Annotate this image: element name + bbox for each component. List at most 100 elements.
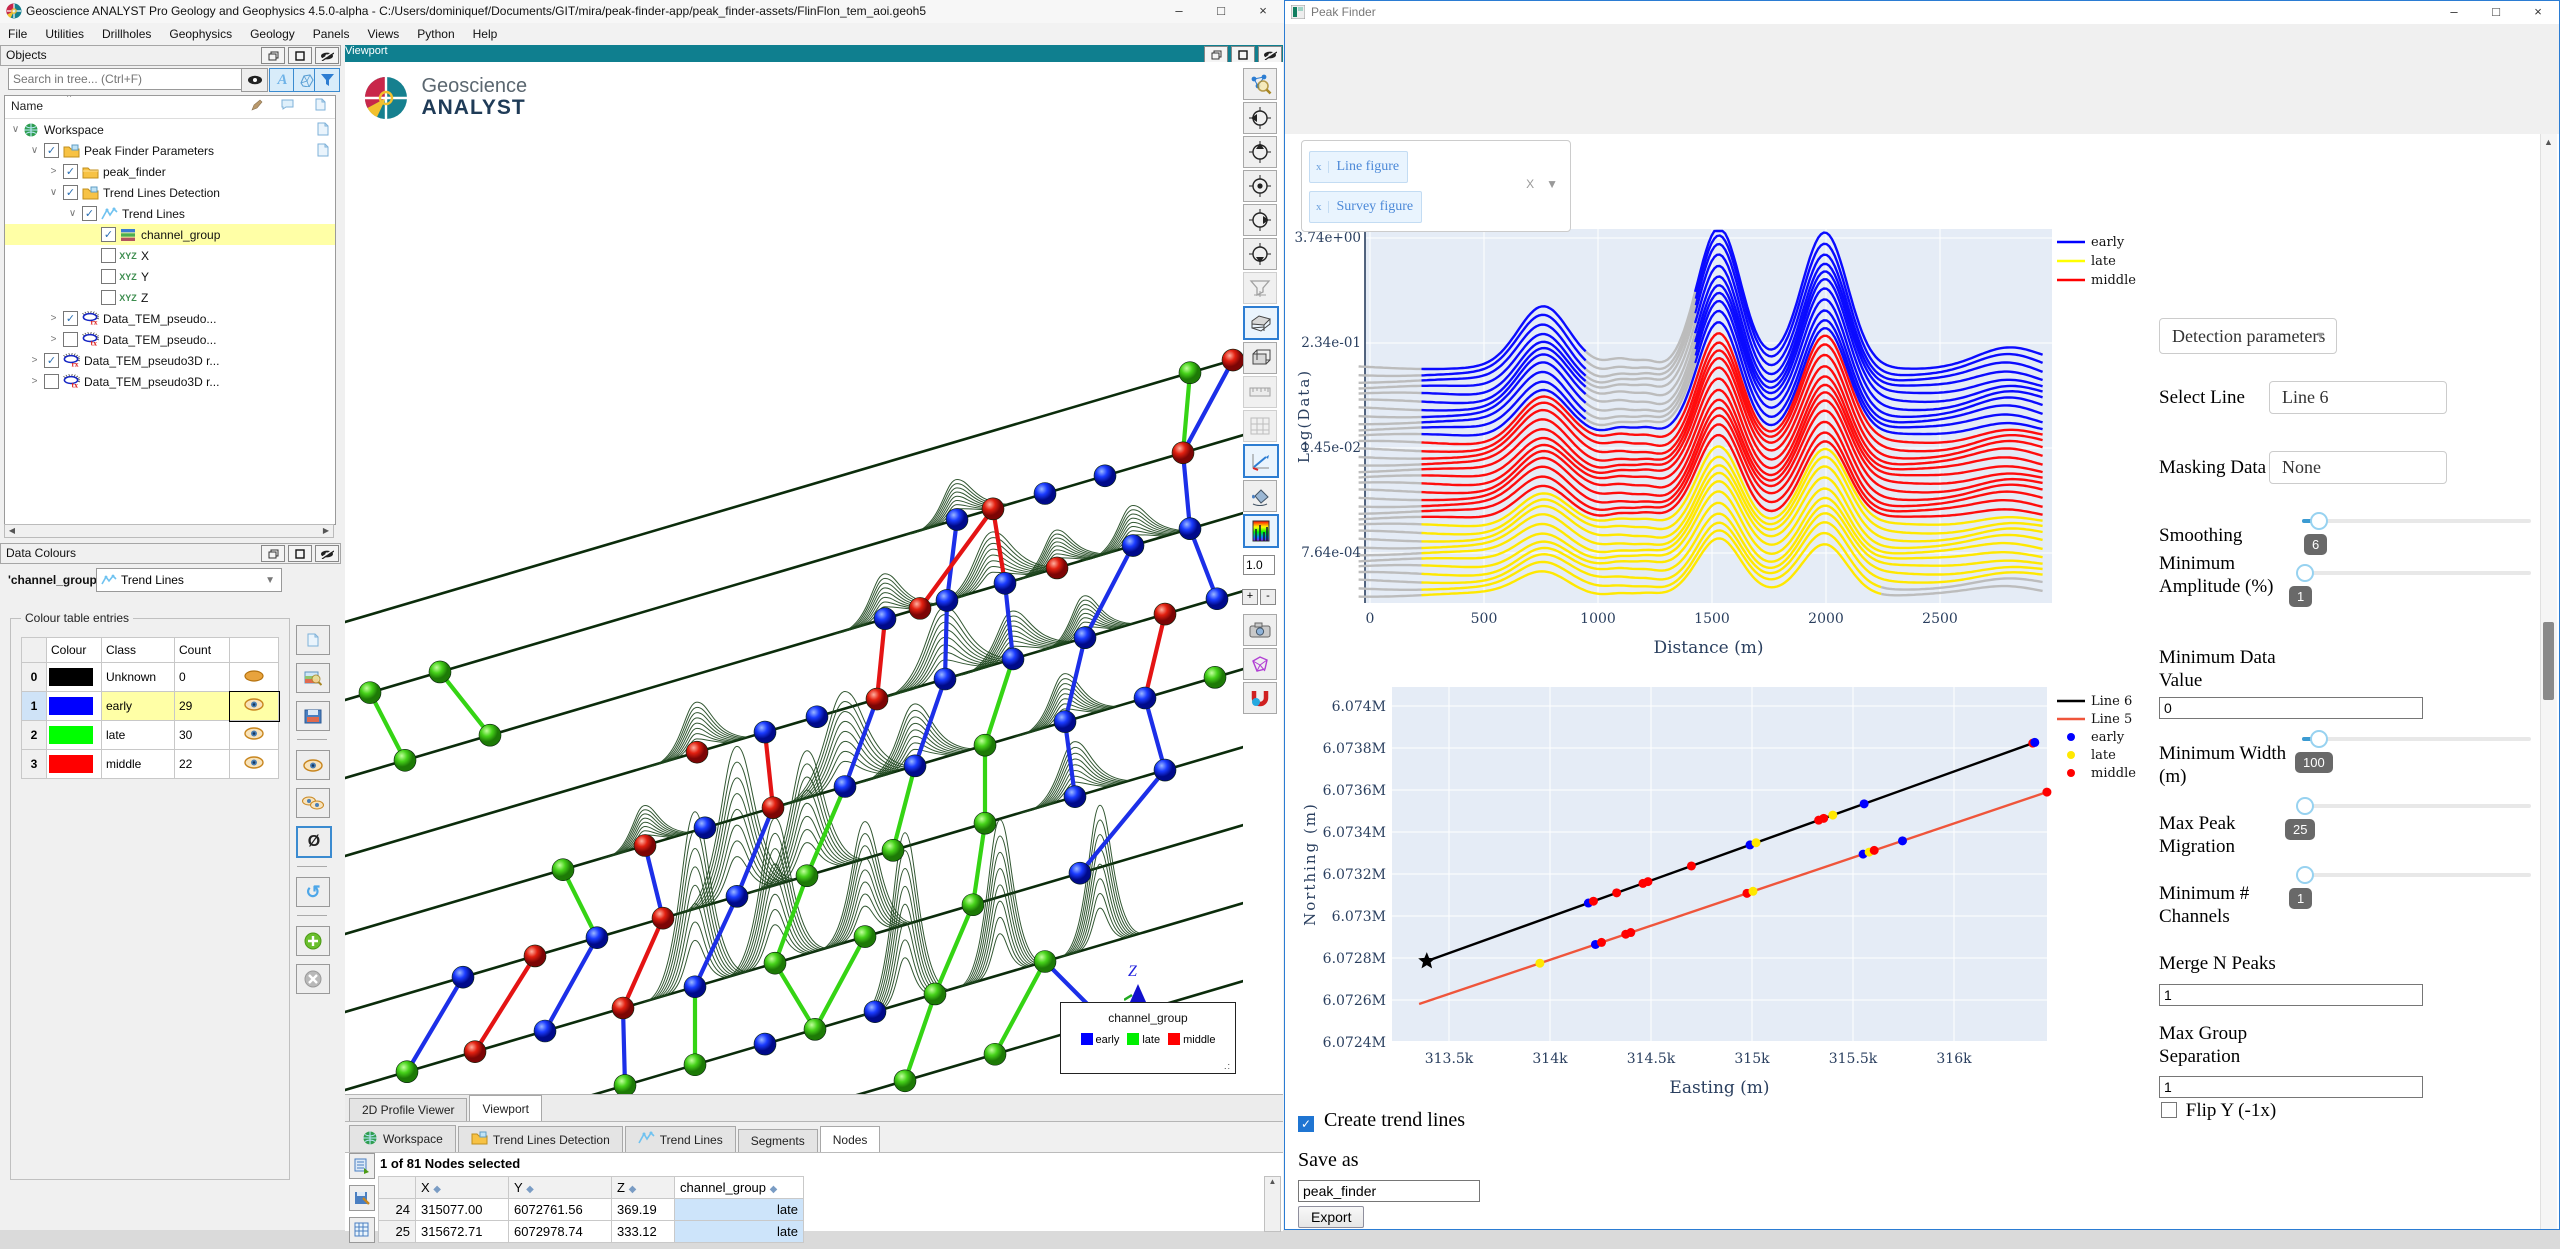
select-line-dropdown[interactable]: Line 6: [2269, 381, 2447, 414]
tree-item-x[interactable]: XYZX: [5, 245, 335, 266]
tree-item-data-tem-pseudo3d-r-[interactable]: >txData_TEM_pseudo3D r...: [5, 371, 335, 392]
menu-file[interactable]: File: [8, 27, 27, 41]
view-center-button[interactable]: [1243, 170, 1277, 202]
row-visibility-toggle[interactable]: [230, 663, 279, 692]
background-colour-button[interactable]: [1243, 480, 1277, 512]
collapse-icon[interactable]: ∨: [66, 208, 79, 219]
tree-item-channel-group[interactable]: ✓channel_group: [5, 224, 335, 245]
tree-header-row[interactable]: Name ^: [5, 96, 335, 119]
chip-remove-icon[interactable]: x: [1310, 161, 1329, 173]
screenshot-button[interactable]: [1243, 614, 1277, 646]
colour-row-middle[interactable]: 3middle22: [22, 750, 279, 779]
new-entry-button[interactable]: [296, 625, 330, 655]
wireframe-button[interactable]: [1243, 648, 1277, 680]
tree-checkbox[interactable]: ✓: [101, 227, 116, 242]
menu-python[interactable]: Python: [417, 27, 454, 41]
legend-resize-handle[interactable]: .:: [1224, 1061, 1231, 1071]
axes-button[interactable]: [1243, 444, 1279, 478]
smoothing-slider[interactable]: [2302, 519, 2531, 523]
close-button[interactable]: ×: [1242, 0, 1284, 23]
chip-line-figure[interactable]: xLine figure: [1309, 151, 1408, 183]
pf-maximize-button[interactable]: □: [2475, 1, 2517, 24]
remove-entry-button[interactable]: [296, 964, 330, 994]
scroll-right-arrow[interactable]: ▶: [319, 525, 333, 537]
min-data-value-input[interactable]: [2159, 697, 2423, 719]
expand-icon[interactable]: >: [47, 166, 60, 177]
tree-checkbox[interactable]: ✓: [63, 164, 78, 179]
tree-checkbox[interactable]: ✓: [44, 353, 59, 368]
minimize-button[interactable]: –: [1158, 0, 1200, 23]
maximize-panel-button[interactable]: [288, 545, 312, 562]
doc-icon[interactable]: [317, 122, 329, 139]
expand-icon[interactable]: >: [28, 355, 41, 366]
dropdown-arrow-icon[interactable]: ▼: [1546, 177, 1558, 191]
tree-item-peak-finder[interactable]: >✓peak_finder: [5, 161, 335, 182]
tree-horizontal-scrollbar[interactable]: ◀ ▶: [4, 524, 334, 538]
tree-item-data-tem-pseudo-[interactable]: >txData_TEM_pseudo...: [5, 329, 335, 350]
pf-scrollbar[interactable]: ▲: [2540, 134, 2557, 1229]
add-entry-button[interactable]: [296, 926, 330, 956]
menu-drillholes[interactable]: Drillholes: [102, 27, 151, 41]
colour-swatch[interactable]: [49, 697, 93, 715]
pf-minimize-button[interactable]: –: [2433, 1, 2475, 24]
tree-item-z[interactable]: XYZZ: [5, 287, 335, 308]
collapse-icon[interactable]: ∨: [9, 124, 22, 135]
tree-item-workspace[interactable]: ∨Workspace: [5, 119, 335, 140]
view-down-button[interactable]: [1243, 238, 1277, 270]
visibility-toggle-button[interactable]: [241, 68, 268, 92]
tree-checkbox[interactable]: ✓: [82, 206, 97, 221]
clear-all-icon[interactable]: X: [1526, 177, 1534, 191]
tree-item-peak-finder-parameters[interactable]: ∨✓Peak Finder Parameters: [5, 140, 335, 161]
snap-button[interactable]: [1243, 682, 1277, 714]
chip-remove-icon[interactable]: x: [1310, 201, 1329, 213]
colour-swatch[interactable]: [49, 668, 93, 686]
search-input[interactable]: [8, 68, 246, 90]
zoom-out-button[interactable]: -: [1260, 589, 1276, 605]
flip-y-checkbox[interactable]: [2161, 1102, 2177, 1118]
masking-data-dropdown[interactable]: None: [2269, 451, 2447, 484]
collapse-icon[interactable]: ∨: [47, 187, 60, 198]
show-all-button[interactable]: [296, 788, 330, 818]
row-visibility-toggle[interactable]: [230, 750, 279, 779]
row-visibility-toggle[interactable]: [230, 692, 279, 721]
colour-swatch[interactable]: [49, 755, 93, 773]
hide-panel-button[interactable]: [1258, 46, 1282, 63]
font-size-button[interactable]: A: [269, 68, 296, 92]
grid-button[interactable]: [1243, 410, 1277, 442]
tree-checkbox[interactable]: ✓: [44, 143, 59, 158]
nodes-table[interactable]: X ◆Y ◆Z ◆channel_group ◆24315077.0060727…: [378, 1176, 804, 1243]
expand-icon[interactable]: >: [47, 313, 60, 324]
tree-item-trend-lines-detection[interactable]: ∨✓Trend Lines Detection: [5, 182, 335, 203]
measure-button[interactable]: [1243, 376, 1277, 408]
float-panel-button[interactable]: [261, 545, 285, 562]
expand-icon[interactable]: >: [47, 334, 60, 345]
figure-select-dropdown[interactable]: xLine figure xSurvey figure X▼: [1301, 140, 1571, 232]
zoom-steppers-button[interactable]: +-: [1243, 582, 1275, 612]
find-colour-button[interactable]: [296, 663, 330, 693]
reset-button[interactable]: ↺: [296, 877, 330, 907]
min-channels-slider[interactable]: [2302, 873, 2531, 877]
viewport-3d-canvas[interactable]: Geoscience ANALYST: [345, 62, 1283, 1094]
export-table-button[interactable]: [349, 1153, 375, 1179]
nodes-table-row[interactable]: 24315077.006072761.56369.19late: [379, 1199, 804, 1221]
collapse-icon[interactable]: ∨: [28, 145, 41, 156]
tree-checkbox[interactable]: [44, 374, 59, 389]
menu-help[interactable]: Help: [473, 27, 498, 41]
min-amplitude-slider[interactable]: [2302, 571, 2531, 575]
save-as-input[interactable]: [1298, 1180, 1480, 1202]
tab-2d-profile-viewer[interactable]: 2D Profile Viewer: [349, 1098, 467, 1122]
tab-nodes[interactable]: Nodes: [820, 1126, 881, 1153]
row-visibility-toggle[interactable]: [230, 721, 279, 750]
tab-trend-lines-detection[interactable]: Trend Lines Detection: [458, 1126, 623, 1153]
perspective-view-button[interactable]: [1243, 306, 1279, 340]
merge-peaks-input[interactable]: [2159, 984, 2423, 1006]
clip-filter-button[interactable]: [1243, 272, 1277, 304]
export-button[interactable]: Export: [1298, 1206, 1364, 1228]
null-visibility-button[interactable]: Ø: [296, 826, 332, 858]
tab-trend-lines[interactable]: Trend Lines: [625, 1126, 736, 1153]
scroll-left-arrow[interactable]: ◀: [5, 525, 19, 537]
tree-item-data-tem-pseudo-[interactable]: >✓rxData_TEM_pseudo...: [5, 308, 335, 329]
view-left-button[interactable]: [1243, 102, 1277, 134]
maximize-panel-button[interactable]: [288, 47, 312, 64]
detection-parameters-dropdown[interactable]: Detection parameters▼: [2159, 318, 2337, 354]
